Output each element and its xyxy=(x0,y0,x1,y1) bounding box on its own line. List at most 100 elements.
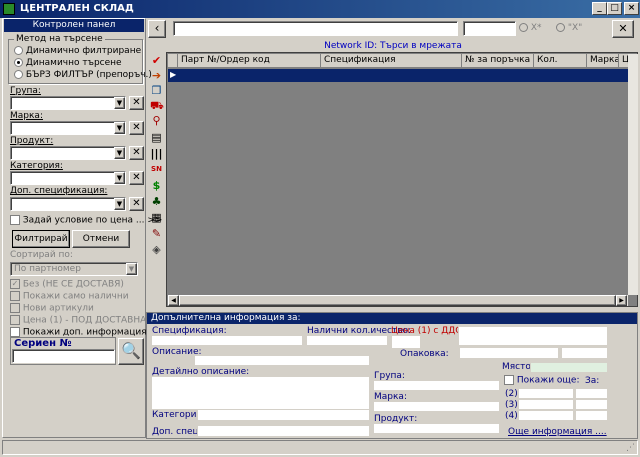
grid-header-order-no[interactable]: № за поръчка xyxy=(462,54,534,68)
resize-grip-icon[interactable]: ⋰ xyxy=(626,443,635,453)
cancel-button[interactable]: Отмени xyxy=(72,230,130,248)
grid-header-indicator xyxy=(168,54,178,68)
alt3-for-value xyxy=(575,399,608,410)
chevron-down-icon[interactable]: ▼ xyxy=(114,172,125,184)
checkbox-price-below-cost[interactable]: Цена (1) - ПОД ДОСТАВНА xyxy=(10,315,146,326)
category-combobox[interactable]: ▼ xyxy=(10,171,126,185)
radio-dynamic-search[interactable]: Динамично търсене xyxy=(14,58,122,68)
tag-icon[interactable]: ◈ xyxy=(150,243,163,256)
chevron-down-icon[interactable]: ▼ xyxy=(114,122,125,134)
alt3-value xyxy=(518,399,574,410)
back-button[interactable]: ‹ xyxy=(148,20,166,38)
vertical-scrollbar[interactable] xyxy=(628,54,638,295)
scroll-thumb[interactable] xyxy=(179,295,616,306)
checkbox-available-only[interactable]: Покажи само налични xyxy=(10,291,129,302)
extra-spec-info-value xyxy=(197,425,370,437)
clipboard-icon[interactable]: ▦ xyxy=(150,211,163,224)
chevron-down-icon[interactable]: ▼ xyxy=(114,97,125,109)
copy-icon[interactable]: ❐ xyxy=(150,84,163,97)
serial-input[interactable] xyxy=(12,349,115,363)
search-icon[interactable]: ⚲ xyxy=(150,114,163,127)
network-id-link[interactable]: Network ID: Търси в мрежата xyxy=(148,41,638,51)
checkbox-box xyxy=(10,315,20,325)
radio-x-star[interactable]: X* xyxy=(519,23,542,33)
main-search-input[interactable] xyxy=(173,21,458,36)
checkbox-label: Без (НЕ СЕ ДОСТАВЯ) xyxy=(22,279,124,290)
brand-combobox[interactable]: ▼ xyxy=(10,121,126,135)
package-value xyxy=(459,347,559,359)
alt2-value xyxy=(518,388,574,399)
clear-brand-button[interactable]: ✕ xyxy=(129,121,144,135)
checkbox-not-delivered[interactable]: ✓ Без (НЕ СЕ ДОСТАВЯ) xyxy=(10,279,124,290)
location-value xyxy=(530,362,608,373)
radio-label: Динамично търсене xyxy=(25,58,122,68)
product-combobox[interactable]: ▼ xyxy=(10,146,126,160)
grid-header-brand[interactable]: Марка xyxy=(587,54,619,68)
brand-label: Марка: xyxy=(10,111,43,121)
alt2-label: (2) xyxy=(505,389,518,399)
secondary-search-input[interactable] xyxy=(463,21,516,36)
barcode-icon[interactable]: ||| xyxy=(150,147,163,160)
forward-icon[interactable]: ➔ xyxy=(150,69,163,82)
results-grid[interactable]: Парт №/Ордер код Спецификация № за поръч… xyxy=(166,52,638,307)
radio-x-quoted[interactable]: "X" xyxy=(556,23,582,33)
chevron-down-icon[interactable]: ▼ xyxy=(114,198,125,210)
radio-circle xyxy=(556,23,565,32)
clear-extra-spec-button[interactable]: ✕ xyxy=(129,197,144,211)
filter-button[interactable]: Филтрирай xyxy=(12,230,70,248)
cart-icon[interactable]: ⛟ xyxy=(150,99,164,112)
available-qty-value xyxy=(306,335,388,346)
clear-category-button[interactable]: ✕ xyxy=(129,171,144,185)
radio-dynamic-filter[interactable]: Динамично филтриране xyxy=(14,46,141,56)
scroll-right-button[interactable]: ▶ xyxy=(616,295,627,306)
radio-label: X* xyxy=(530,23,542,33)
tree-icon[interactable]: ♣ xyxy=(150,195,163,208)
close-window-button[interactable]: × xyxy=(624,2,639,15)
grid-header-partno[interactable]: Парт №/Ордер код xyxy=(178,54,321,68)
sn-icon[interactable]: SN xyxy=(150,163,163,176)
radio-circle-selected xyxy=(14,58,23,67)
more-info-link[interactable]: Още информация .... xyxy=(508,427,607,437)
horizontal-scrollbar[interactable]: ◀ ▶ xyxy=(168,295,628,306)
grid-header-qty[interactable]: Кол. xyxy=(534,54,587,68)
for-label: За: xyxy=(585,376,600,386)
checkbox-label: Покажи само налични xyxy=(22,291,129,302)
check-icon[interactable]: ✔ xyxy=(150,54,163,67)
clear-search-button[interactable]: ✕ xyxy=(612,20,634,38)
dollar-icon[interactable]: $ xyxy=(150,179,163,192)
table-row-selected[interactable]: ▶ xyxy=(168,69,628,82)
clear-product-button[interactable]: ✕ xyxy=(129,146,144,160)
minimize-button[interactable]: _ xyxy=(592,2,607,15)
checkbox-box xyxy=(10,303,20,313)
price-condition-checkbox[interactable]: Задай условие по цена ... >> xyxy=(10,215,162,226)
group-combobox[interactable]: ▼ xyxy=(10,96,126,110)
checkbox-show-extra-info[interactable]: Покажи доп. информация xyxy=(10,327,147,338)
edit-icon[interactable]: ✎ xyxy=(150,227,163,240)
show-also-checkbox[interactable]: Покажи още: xyxy=(504,375,579,386)
clear-group-button[interactable]: ✕ xyxy=(129,96,144,110)
extra-spec-combobox[interactable]: ▼ xyxy=(10,197,126,211)
sort-combobox[interactable]: По партномер ▼ xyxy=(10,262,138,276)
document-icon[interactable]: ▤ xyxy=(150,131,163,144)
brand-info-value xyxy=(373,401,500,412)
checkbox-new-items[interactable]: Нови артикули xyxy=(10,303,94,314)
grid-header-spec[interactable]: Спецификация xyxy=(321,54,462,68)
maximize-button[interactable]: □ xyxy=(607,2,622,15)
search-method-label: Метод на търсене xyxy=(14,34,105,44)
close-icon: ✕ xyxy=(618,22,628,35)
spec-value xyxy=(151,335,303,346)
chevron-down-icon[interactable]: ▼ xyxy=(126,263,137,275)
app-icon xyxy=(3,3,15,15)
checkbox-box xyxy=(10,291,20,301)
additional-info-header: Допълнителна информация за: xyxy=(147,313,637,324)
radio-circle xyxy=(14,46,23,55)
title-bar: ЦЕНТРАЛЕН СКЛАД _ □ × xyxy=(0,0,640,18)
description-value xyxy=(194,355,370,366)
radio-quick-filter[interactable]: БЪРЗ ФИЛТЪР (препоръч.) xyxy=(14,70,152,80)
chevron-down-icon[interactable]: ▼ xyxy=(114,147,125,159)
status-bar xyxy=(2,440,638,455)
scroll-left-button[interactable]: ◀ xyxy=(168,295,179,306)
package-extra-value xyxy=(561,347,608,359)
serial-search-button[interactable]: 🔍 xyxy=(118,338,144,365)
price-value-box xyxy=(458,326,608,346)
